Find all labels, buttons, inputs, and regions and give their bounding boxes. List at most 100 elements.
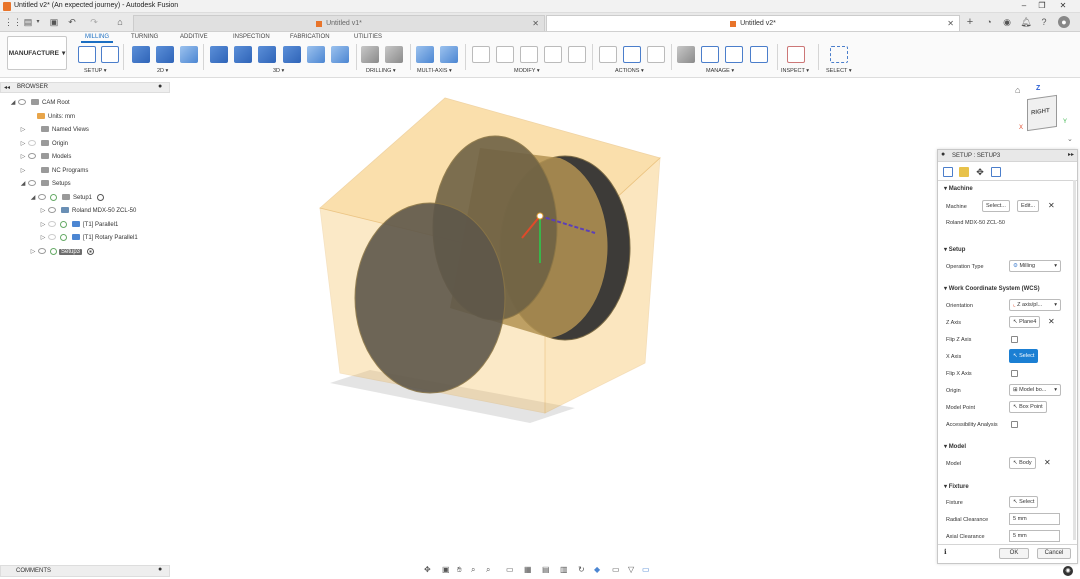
- orientation-dropdown[interactable]: ⌞ Z axis/pl... ▾: [1009, 299, 1061, 311]
- nc-program-icon[interactable]: [101, 46, 119, 63]
- viewports-icon[interactable]: ▤: [542, 565, 550, 574]
- filter-icon[interactable]: ▽: [628, 565, 634, 574]
- accessibility-checkbox[interactable]: [1011, 421, 1018, 428]
- extensions-icon[interactable]: ◔: [983, 16, 995, 28]
- 2d-adaptive-icon[interactable]: [156, 46, 174, 63]
- new-tab-icon[interactable]: +: [964, 16, 976, 28]
- save-icon[interactable]: ▣: [48, 16, 60, 28]
- grid-menu-icon[interactable]: ⋮⋮: [4, 16, 22, 28]
- info-icon[interactable]: ℹ: [944, 548, 947, 556]
- measure-icon[interactable]: [787, 46, 805, 63]
- display-settings-icon[interactable]: ▭: [506, 565, 514, 574]
- avatar[interactable]: ●: [1058, 16, 1070, 28]
- fit-icon[interactable]: ⌕: [486, 565, 490, 575]
- notifications-icon[interactable]: 🔔︎: [1020, 16, 1032, 28]
- cube-face[interactable]: RIGHT: [1027, 94, 1057, 132]
- tree-item-machine[interactable]: ▷ Roland MDX-50 ZCL-50: [0, 205, 136, 217]
- tab-close-icon[interactable]: ✕: [947, 19, 954, 28]
- tool-library-icon[interactable]: [544, 46, 562, 63]
- radial-clearance-input[interactable]: 5 mm: [1009, 513, 1060, 525]
- post-process-icon[interactable]: [623, 46, 641, 63]
- clear-machine-icon[interactable]: ✕: [1048, 201, 1055, 210]
- tab-post-process-icon[interactable]: ✥: [975, 167, 985, 177]
- origin-dropdown[interactable]: ⊞ Model bo... ▾: [1009, 384, 1061, 396]
- tree-item-setup3[interactable]: ▷ Setup3: [0, 246, 94, 258]
- group-2d[interactable]: 2D ▾: [157, 68, 168, 74]
- group-actions[interactable]: ACTIONS ▾: [615, 68, 644, 74]
- tree-item-parallel1[interactable]: ▷ [T1] Parallel1: [0, 219, 118, 231]
- hole-recognition-icon[interactable]: [385, 46, 403, 63]
- look-at-icon[interactable]: ▣: [442, 565, 450, 574]
- tab-untitled-v1[interactable]: Untitled v1* ✕: [133, 15, 545, 31]
- tree-item-setups[interactable]: ◢ Setups: [0, 178, 71, 190]
- cancel-button[interactable]: Cancel: [1037, 548, 1071, 559]
- tab-notes-icon[interactable]: [991, 167, 1001, 177]
- close-icon[interactable]: ✕: [1055, 1, 1071, 12]
- workspace-switcher[interactable]: MANUFACTURE ▾: [7, 36, 67, 70]
- group-3d[interactable]: 3D ▾: [273, 68, 284, 74]
- tab-milling[interactable]: MILLING: [80, 34, 114, 43]
- swarf-icon[interactable]: [416, 46, 434, 63]
- select-icon[interactable]: [830, 46, 848, 63]
- flip-z-checkbox[interactable]: [1011, 336, 1018, 343]
- scallop-icon[interactable]: [307, 46, 325, 63]
- simulate-icon[interactable]: [599, 46, 617, 63]
- tree-item-cam-root[interactable]: ◢ CAM Root: [0, 97, 70, 109]
- machine-library-icon[interactable]: [701, 46, 719, 63]
- simulation-icon[interactable]: ▭: [642, 565, 650, 574]
- zoom-icon[interactable]: ⌕: [471, 565, 475, 575]
- contour-icon[interactable]: [331, 46, 349, 63]
- tab-inspection[interactable]: INSPECTION: [233, 34, 270, 40]
- group-drilling[interactable]: DRILLING ▾: [366, 68, 396, 74]
- minimize-icon[interactable]: –: [1016, 1, 1032, 12]
- trim-icon[interactable]: [496, 46, 514, 63]
- model-viewport[interactable]: [300, 88, 680, 448]
- face-icon[interactable]: [132, 46, 150, 63]
- axial-clearance-input[interactable]: 5 mm: [1009, 530, 1060, 542]
- tool-library-manage-icon[interactable]: [677, 46, 695, 63]
- scrollbar[interactable]: [1073, 180, 1076, 540]
- undo-icon[interactable]: ↶: [66, 16, 78, 28]
- file-dropdown-icon[interactable]: ▾: [32, 16, 44, 28]
- job-status-icon[interactable]: ◉: [1001, 16, 1013, 28]
- drill-icon[interactable]: [361, 46, 379, 63]
- comments-panel[interactable]: COMMENTS ●: [0, 565, 170, 577]
- group-setup[interactable]: SETUP ▾: [84, 68, 107, 74]
- refresh-icon[interactable]: ↻: [578, 565, 585, 574]
- redo-icon[interactable]: ↷: [88, 16, 100, 28]
- home-view-icon[interactable]: ⌂: [1015, 85, 1020, 95]
- tab-utilities[interactable]: UTILITIES: [354, 34, 382, 40]
- tree-item-named-views[interactable]: ▷ Named Views: [0, 124, 89, 136]
- tab-stock-icon[interactable]: [959, 167, 969, 177]
- help-icon[interactable]: ?: [1038, 16, 1050, 28]
- record-icon[interactable]: ◉: [1063, 566, 1073, 576]
- clear-z-axis-icon[interactable]: ✕: [1048, 317, 1055, 326]
- parallel-icon[interactable]: [283, 46, 301, 63]
- shading-icon[interactable]: ◆: [594, 565, 600, 574]
- tab-untitled-v2[interactable]: Untitled v2* ✕: [546, 15, 960, 31]
- tree-item-models[interactable]: ▷ Models: [0, 151, 71, 163]
- section-setup[interactable]: ▾ Setup: [944, 246, 965, 253]
- clear-model-icon[interactable]: ✕: [1044, 458, 1051, 467]
- steep-shallow-icon[interactable]: [258, 46, 276, 63]
- multi-axis-contour-icon[interactable]: [440, 46, 458, 63]
- machine-edit-button[interactable]: Edit...: [1017, 200, 1040, 212]
- home-icon[interactable]: ⌂: [114, 16, 126, 28]
- camera-icon[interactable]: ▭: [612, 565, 620, 574]
- section-wcs[interactable]: ▾ Work Coordinate System (WCS): [944, 285, 1040, 292]
- ok-button[interactable]: OK: [999, 548, 1029, 559]
- tree-item-nc-programs[interactable]: ▷ NC Programs: [0, 165, 88, 177]
- z-axis-selector[interactable]: ↖ Plane4: [1009, 316, 1041, 328]
- cut-icon[interactable]: [472, 46, 490, 63]
- setup-sheet-icon[interactable]: [647, 46, 665, 63]
- group-multi-axis[interactable]: MULTI-AXIS ▾: [417, 68, 452, 74]
- section-fixture[interactable]: ▾ Fixture: [944, 483, 969, 490]
- new-setup-icon[interactable]: [78, 46, 96, 63]
- section-model[interactable]: ▾ Model: [944, 443, 966, 450]
- group-select[interactable]: SELECT ▾: [826, 68, 852, 74]
- adaptive-clearing-icon[interactable]: [210, 46, 228, 63]
- tab-additive[interactable]: ADDITIVE: [180, 34, 208, 40]
- group-modify[interactable]: MODIFY ▾: [514, 68, 540, 74]
- tab-fabrication[interactable]: FABRICATION: [290, 34, 330, 40]
- restore-icon[interactable]: ❐: [1034, 1, 1050, 12]
